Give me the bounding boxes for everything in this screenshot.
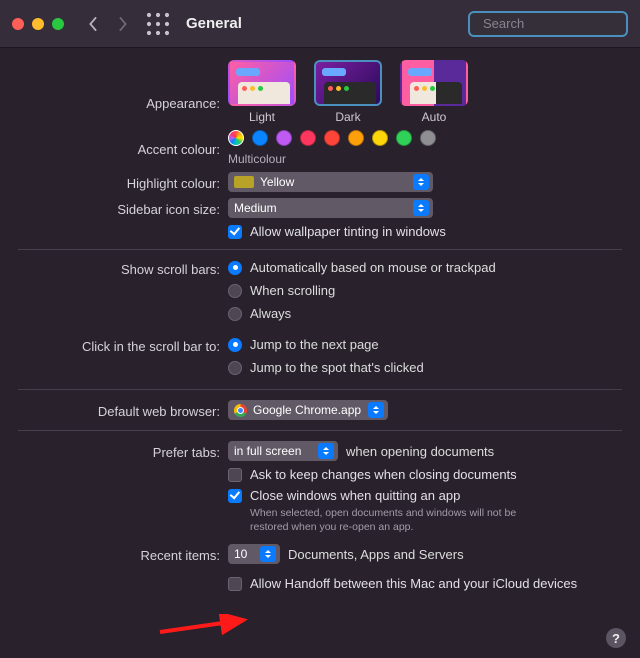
ask-keep-changes-label: Ask to keep changes when closing documen… [250, 467, 517, 482]
highlight-swatch-icon [234, 176, 254, 188]
annotation-arrow-icon [156, 614, 256, 640]
recent-items-popup[interactable]: 10 [228, 544, 280, 564]
ask-keep-changes-checkbox[interactable] [228, 468, 242, 482]
prefer-tabs-popup[interactable]: in full screen [228, 441, 338, 461]
recent-items-label: Recent items: [18, 546, 228, 563]
highlight-colour-label: Highlight colour: [18, 174, 228, 191]
appearance-caption-auto: Auto [422, 110, 447, 124]
toolbar: General [0, 0, 640, 48]
scroll-click-label: Click in the scroll bar to: [18, 337, 228, 354]
accent-swatch-8[interactable] [420, 130, 436, 146]
default-browser-value: Google Chrome.app [253, 403, 361, 417]
accent-swatch-7[interactable] [396, 130, 412, 146]
zoom-window-button[interactable] [52, 18, 64, 30]
chevron-right-icon [117, 17, 129, 31]
accent-swatch-0[interactable] [228, 130, 244, 146]
scroll-click-radio-spot[interactable] [228, 361, 242, 375]
accent-colour-label: Accent colour: [18, 140, 228, 157]
sidebar-size-popup[interactable]: Medium [228, 198, 433, 218]
scroll-bars-option-always: Always [250, 306, 291, 321]
prefer-tabs-suffix: when opening documents [346, 444, 494, 459]
appearance-options: Light Dark Auto [228, 60, 622, 124]
stepper-icon [368, 402, 384, 418]
handoff-checkbox[interactable] [228, 577, 242, 591]
accent-colour-caption: Multicolour [228, 152, 622, 166]
scroll-bars-radio-always[interactable] [228, 307, 242, 321]
accent-swatch-6[interactable] [372, 130, 388, 146]
scroll-click-option-next: Jump to the next page [250, 337, 379, 352]
appearance-caption-dark: Dark [335, 110, 360, 124]
scroll-bars-option-auto: Automatically based on mouse or trackpad [250, 260, 496, 275]
scroll-bars-radio-auto[interactable] [228, 261, 242, 275]
handoff-label: Allow Handoff between this Mac and your … [250, 576, 577, 591]
highlight-colour-value: Yellow [260, 175, 294, 189]
appearance-option-dark[interactable] [314, 60, 382, 106]
search-field[interactable] [468, 11, 628, 37]
recent-items-suffix: Documents, Apps and Servers [288, 547, 464, 562]
accent-swatch-3[interactable] [300, 130, 316, 146]
scroll-click-radio-next[interactable] [228, 338, 242, 352]
scroll-click-option-spot: Jump to the spot that's clicked [250, 360, 424, 375]
back-button[interactable] [82, 13, 104, 35]
window-title: General [186, 15, 242, 32]
sidebar-size-value: Medium [234, 201, 277, 215]
stepper-icon [413, 174, 429, 190]
appearance-label: Appearance: [18, 60, 228, 111]
scroll-bars-label: Show scroll bars: [18, 260, 228, 277]
recent-items-value: 10 [234, 547, 254, 561]
accent-colour-swatches [228, 130, 622, 146]
stepper-icon [260, 546, 276, 562]
scroll-bars-option-scrolling: When scrolling [250, 283, 335, 298]
show-all-button[interactable] [146, 12, 170, 36]
close-windows-label: Close windows when quitting an app [250, 488, 460, 503]
accent-swatch-1[interactable] [252, 130, 268, 146]
chevron-left-icon [87, 17, 99, 31]
window-controls [12, 18, 64, 30]
appearance-option-auto[interactable] [400, 60, 468, 106]
prefer-tabs-label: Prefer tabs: [18, 443, 228, 460]
appearance-option-light[interactable] [228, 60, 296, 106]
close-windows-note: When selected, open documents and window… [228, 507, 538, 534]
grid-icon [146, 12, 170, 36]
default-browser-label: Default web browser: [18, 402, 228, 419]
close-window-button[interactable] [12, 18, 24, 30]
highlight-colour-popup[interactable]: Yellow [228, 172, 433, 192]
forward-button[interactable] [112, 13, 134, 35]
help-button[interactable]: ? [606, 628, 626, 648]
wallpaper-tint-checkbox[interactable] [228, 225, 242, 239]
accent-swatch-2[interactable] [276, 130, 292, 146]
accent-swatch-4[interactable] [324, 130, 340, 146]
appearance-caption-light: Light [249, 110, 275, 124]
default-browser-popup[interactable]: Google Chrome.app [228, 400, 388, 420]
close-windows-checkbox[interactable] [228, 489, 242, 503]
wallpaper-tint-label: Allow wallpaper tinting in windows [250, 224, 446, 239]
accent-swatch-5[interactable] [348, 130, 364, 146]
stepper-icon [318, 443, 334, 459]
chrome-icon [234, 404, 247, 417]
stepper-icon [413, 200, 429, 216]
search-input[interactable] [483, 16, 640, 31]
prefer-tabs-value: in full screen [234, 444, 312, 458]
sidebar-size-label: Sidebar icon size: [18, 200, 228, 217]
minimize-window-button[interactable] [32, 18, 44, 30]
scroll-bars-radio-scrolling[interactable] [228, 284, 242, 298]
